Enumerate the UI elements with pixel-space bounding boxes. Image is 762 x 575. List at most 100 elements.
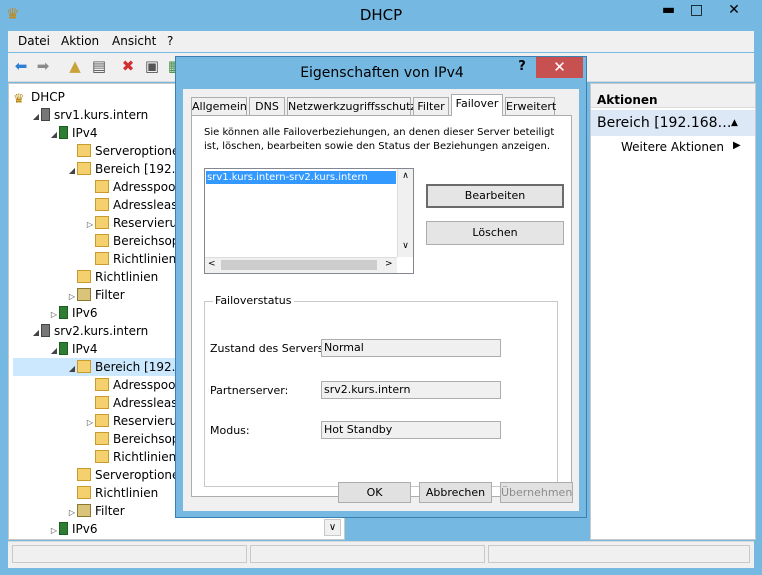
tab-allgemein[interactable]: Allgemein: [191, 97, 247, 115]
back-icon[interactable]: ⬅: [12, 57, 30, 75]
folder-icon: [95, 234, 109, 247]
properties-icon[interactable]: ▣: [143, 57, 161, 75]
dialog-close-button[interactable]: ✕: [536, 57, 583, 78]
menu-aktion[interactable]: Aktion: [61, 34, 99, 48]
folder-icon: [95, 198, 109, 211]
scroll-down-icon[interactable]: ∨: [398, 241, 413, 251]
dialog-help-button[interactable]: ?: [509, 57, 535, 78]
server-icon: [41, 108, 50, 121]
mode-label: Modus:: [210, 424, 250, 437]
tab-dns[interactable]: DNS: [249, 97, 285, 115]
collapse-section-icon[interactable]: ▲: [731, 110, 738, 136]
edit-button[interactable]: Bearbeiten: [426, 184, 564, 208]
failover-description: Sie können alle Failoverbeziehungen, an …: [204, 127, 555, 152]
close-icon: ✕: [728, 2, 740, 18]
folder-icon: [77, 162, 91, 175]
dhcp-tree-icon: ♛: [13, 92, 25, 107]
forward-icon[interactable]: ➡: [34, 57, 52, 75]
title-bar[interactable]: ♛ DHCP ▬ □ ✕: [0, 0, 762, 30]
actions-bereich-section[interactable]: Bereich [192.168… ▲: [591, 110, 755, 136]
up-folder-icon[interactable]: ▲: [66, 57, 84, 75]
server-state-label: Zustand des Servers:: [210, 342, 328, 355]
more-actions-link[interactable]: Weitere Aktionen ▶: [621, 140, 741, 154]
folder-icon: [95, 216, 109, 229]
tree-item-srv2-ipv6[interactable]: ▷ IPv6: [13, 520, 217, 538]
menu-ansicht[interactable]: Ansicht: [112, 34, 156, 48]
status-segment: [12, 545, 247, 563]
collapse-icon[interactable]: ◢: [31, 108, 41, 126]
folder-icon: [77, 270, 91, 283]
tab-failover[interactable]: Failover: [451, 94, 503, 116]
minimize-icon: ▬: [661, 2, 676, 18]
folder-icon: [95, 180, 109, 193]
maximize-button[interactable]: □: [683, 0, 710, 22]
window-title: DHCP: [359, 6, 403, 24]
status-segment: [488, 545, 750, 563]
server-icon: [41, 324, 50, 337]
ipv6-icon: [59, 522, 68, 535]
minimize-button[interactable]: ▬: [655, 0, 682, 22]
list-vertical-scrollbar[interactable]: ∧ ∨: [397, 169, 413, 257]
mode-value: Hot Standby: [321, 421, 501, 439]
expand-icon[interactable]: ▷: [49, 522, 59, 540]
server-state-value: Normal: [321, 339, 501, 357]
tab-filter[interactable]: Filter: [413, 97, 449, 115]
properties-dialog: Eigenschaften von IPv4 ? ✕ Allgemein DNS…: [175, 56, 587, 518]
tab-erweitert[interactable]: Erweitert: [505, 97, 556, 115]
folder-icon: [77, 468, 91, 481]
folder-icon: [95, 450, 109, 463]
list-horizontal-scrollbar[interactable]: < >: [205, 257, 397, 273]
actions-header: Aktionen: [591, 84, 755, 108]
collapse-icon[interactable]: ◢: [67, 360, 77, 378]
help-icon: ?: [518, 59, 526, 74]
folder-icon: [95, 378, 109, 391]
partner-server-value: srv2.kurs.intern: [321, 381, 501, 399]
failover-relationships-list[interactable]: srv1.kurs.intern-srv2.kurs.intern ∧ ∨ < …: [204, 168, 414, 274]
failover-status-group: Failoverstatus Zustand des Servers: Norm…: [204, 294, 558, 487]
expand-icon[interactable]: ▷: [85, 216, 95, 234]
folder-icon: [77, 144, 91, 157]
scroll-right-icon[interactable]: >: [385, 259, 393, 269]
folder-icon: [95, 432, 109, 445]
close-icon: ✕: [553, 58, 566, 76]
cancel-button[interactable]: Abbrechen: [419, 482, 492, 503]
ipv4-icon: [59, 126, 68, 139]
status-bar: [8, 541, 754, 568]
delete-icon[interactable]: ✖: [119, 57, 137, 75]
dialog-body: Allgemein DNS Netzwerkzugriffsschutz Fil…: [183, 89, 579, 511]
folder-icon: [77, 486, 91, 499]
tab-netzwerkzugriffsschutz[interactable]: Netzwerkzugriffsschutz: [287, 97, 416, 115]
folder-icon: [95, 252, 109, 265]
apply-button[interactable]: Übernehmen: [500, 482, 573, 503]
group-title: Failoverstatus: [213, 294, 294, 307]
filter-icon: [77, 504, 91, 517]
collapse-icon[interactable]: ◢: [49, 342, 59, 360]
collapse-icon[interactable]: ◢: [31, 324, 41, 342]
delete-button[interactable]: Löschen: [426, 221, 564, 245]
ipv6-icon: [59, 306, 68, 319]
collapse-icon[interactable]: ◢: [67, 162, 77, 180]
menu-bar: Datei Aktion Ansicht ?: [8, 31, 754, 52]
scroll-up-icon[interactable]: ∧: [398, 171, 413, 181]
status-segment: [250, 545, 485, 563]
scroll-down-button[interactable]: ∨: [324, 519, 341, 536]
show-hide-tree-icon[interactable]: ▤: [90, 57, 108, 75]
failover-tab-panel: Sie können alle Failoverbeziehungen, an …: [191, 115, 572, 497]
folder-icon: [95, 414, 109, 427]
folder-icon: [77, 360, 91, 373]
filter-icon: [77, 288, 91, 301]
ipv4-icon: [59, 342, 68, 355]
folder-icon: [95, 396, 109, 409]
failover-relationship-item[interactable]: srv1.kurs.intern-srv2.kurs.intern: [206, 171, 396, 184]
collapse-icon[interactable]: ◢: [49, 126, 59, 144]
close-button[interactable]: ✕: [711, 0, 757, 22]
expand-icon[interactable]: ▷: [85, 414, 95, 432]
actions-pane: Aktionen Bereich [192.168… ▲ Weitere Akt…: [590, 83, 756, 540]
menu-datei[interactable]: Datei: [18, 34, 50, 48]
scrollbar-thumb[interactable]: [221, 260, 377, 270]
maximize-icon: □: [689, 2, 704, 18]
scroll-left-icon[interactable]: <: [208, 259, 216, 269]
partner-server-label: Partnerserver:: [210, 384, 289, 397]
ok-button[interactable]: OK: [338, 482, 411, 503]
menu-help[interactable]: ?: [167, 34, 173, 48]
